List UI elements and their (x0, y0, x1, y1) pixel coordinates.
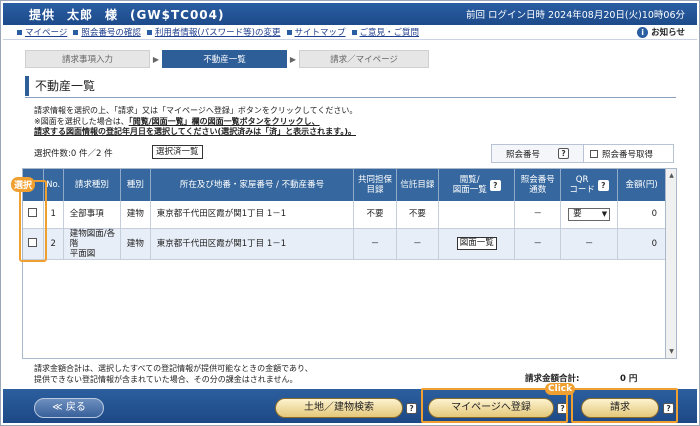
user-given-name: 太郎 (67, 7, 94, 22)
square-bullet-icon (17, 29, 22, 35)
square-bullet-icon (351, 29, 357, 35)
total-value: 0 円 (620, 374, 638, 384)
step-1: 請求事項入力 (25, 50, 150, 68)
menu-user-info[interactable]: 利用者情報(パスワード等)の変更 (146, 26, 281, 38)
step-arrow-icon: ▶ (289, 54, 297, 64)
shoukai-panel: 照会番号 ? 照会番号取得 (491, 144, 674, 163)
help-icon[interactable]: ? (558, 148, 569, 159)
help-icon[interactable]: ? (406, 403, 417, 414)
square-bullet-icon (73, 29, 79, 35)
menu-bar: マイページ 照会番号の確認 利用者情報(パスワード等)の変更 サイトマップ ご意… (3, 25, 697, 40)
property-table: No. 請求種別 種別 所在及び地番・家屋番号 / 不動産番号 共同担保 目録 信… (23, 169, 666, 260)
step-indicator: 請求事項入力 ▶ 不動産一覧 ▶ 請求／マイページ (25, 50, 429, 68)
menu-notice[interactable]: i お知らせ (637, 26, 685, 38)
menu-shoukai-confirm[interactable]: 照会番号の確認 (73, 26, 141, 38)
instruction-line-2: ※図面を選択した場合は、「閲覧/図面一覧」欄の図面一覧ボタンをクリックし、 (34, 116, 320, 126)
menu-sitemap[interactable]: サイトマップ (286, 26, 346, 38)
selection-count: 選択件数:0 件／2 件 (34, 149, 113, 159)
header-bar: 提供 太郎様 (GW$TC004) 前回 ログイン日時 2024年08月20日(火)… (3, 3, 697, 25)
step-2: 不動産一覧 (162, 50, 287, 68)
title-divider (25, 97, 676, 98)
checkbox-icon[interactable] (590, 149, 598, 158)
user-family-name: 提供 (29, 7, 56, 22)
scroll-down-icon[interactable]: ▼ (667, 347, 676, 356)
col-qr: QR コード? (560, 169, 619, 201)
square-bullet-icon (286, 29, 292, 35)
col-kind: 請求種別 (63, 169, 122, 201)
table-row: 2 建物図面/各階 平面図 建物 東京都千代田区霞が関1丁目 1－1 － － 図面… (23, 228, 666, 260)
drawing-list-button[interactable]: 図面一覧 (456, 237, 497, 250)
table-header-row: No. 請求種別 種別 所在及び地番・家屋番号 / 不動産番号 共同担保 目録 信… (23, 169, 666, 201)
scroll-up-icon[interactable]: ▲ (667, 171, 676, 180)
table-scrollbar[interactable]: ▲ ▼ (665, 168, 677, 359)
instruction-line-3: 請求する図面情報の登記年月日を選択してください(選択済みは「済」と表示されます。… (34, 127, 357, 136)
chevron-down-icon: ▼ (601, 209, 608, 218)
land-building-search-button[interactable]: 土地／建物検索 (275, 398, 403, 418)
col-shoukai-count: 照会番号 通数 (514, 169, 561, 201)
instructions: 請求情報を選択の上、「請求」又は「マイページへ登録」ボタンをクリックしてください… (34, 106, 357, 138)
shoukai-label: 照会番号 (506, 149, 541, 160)
honorific: 様 (105, 7, 119, 22)
help-icon[interactable]: ? (489, 179, 501, 191)
total-notes: 請求金額合計は、選択したすべての登記情報が提供可能なときの金額であり、 提供でき… (34, 364, 313, 384)
user-id: (GW$TC004) (130, 7, 225, 22)
square-bullet-icon (146, 29, 152, 35)
help-icon[interactable]: ? (597, 179, 609, 191)
info-icon: i (637, 26, 649, 38)
property-table-area: No. 請求種別 種別 所在及び地番・家屋番号 / 不動産番号 共同担保 目録 信… (22, 168, 677, 359)
table-row: 1 全部事項 建物 東京都千代田区霞が関1丁目 1－1 不要 不要 － 要 ▼ 0 (23, 201, 666, 229)
select-callout-label: 選択 (11, 177, 36, 192)
selected-list-button[interactable]: 選択済一覧 (152, 145, 203, 159)
menu-feedback[interactable]: ご意見・ご質問 (351, 26, 419, 38)
qr-select[interactable]: 要 ▼ (568, 207, 611, 221)
col-type: 種別 (120, 169, 151, 201)
last-login: 前回 ログイン日時 2024年08月20日(火)10時06分 (466, 10, 685, 21)
page-title: 不動産一覧 (25, 76, 95, 96)
step-arrow-icon: ▶ (152, 54, 160, 64)
request-highlight (571, 388, 678, 423)
col-trust: 信託目録 (396, 169, 440, 201)
col-location: 所在及び地番・家屋番号 / 不動産番号 (150, 169, 355, 201)
col-view: 閲覧/図面一覧? (438, 169, 516, 201)
select-highlight (19, 180, 47, 262)
click-callout-label: Click (545, 383, 576, 395)
col-joint: 共同担保 目録 (353, 169, 397, 201)
col-amount: 金額(円) (617, 169, 666, 201)
instruction-line-1: 請求情報を選択の上、「請求」又は「マイページへ登録」ボタンをクリックしてください… (34, 106, 358, 115)
shoukai-checkbox[interactable]: 照会番号取得 (583, 145, 673, 162)
step-3: 請求／マイページ (299, 50, 429, 68)
user-name: 提供 太郎様 (GW$TC004) (3, 6, 225, 23)
menu-mypage[interactable]: マイページ (17, 26, 67, 38)
back-button[interactable]: ≪ 戻る (34, 398, 104, 418)
